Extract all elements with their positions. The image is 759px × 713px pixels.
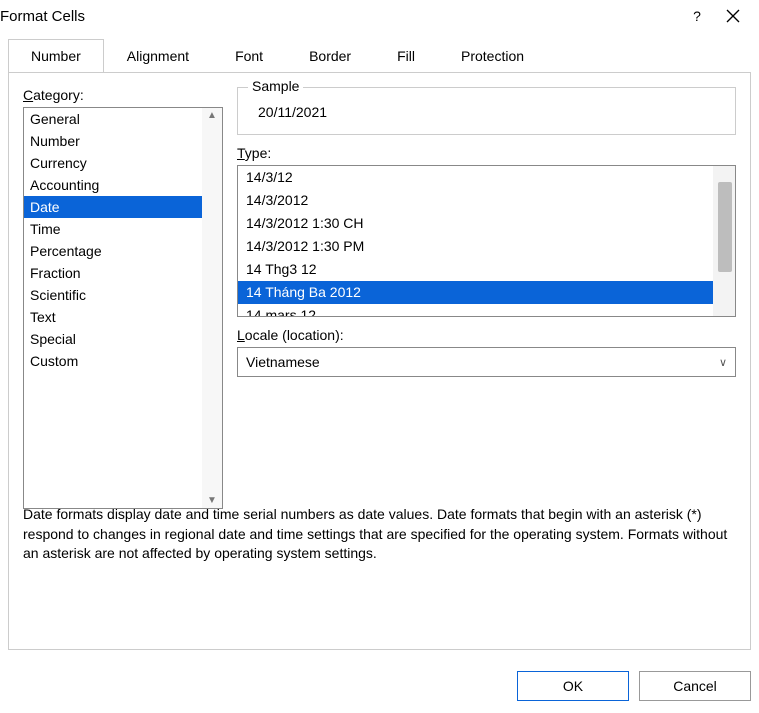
category-label: Category: [23,87,223,103]
type-label: Type: [237,145,736,161]
category-item-percentage[interactable]: Percentage [24,240,222,262]
category-item-scientific[interactable]: Scientific [24,284,222,306]
category-listbox[interactable]: General Number Currency Accounting Date … [23,107,223,509]
chevron-down-icon: ∨ [719,356,727,369]
tab-panel: Category: General Number Currency Accoun… [8,72,751,650]
locale-label: Locale (location): [237,327,736,343]
category-item-custom[interactable]: Custom [24,350,222,372]
type-listbox[interactable]: 14/3/12 14/3/2012 14/3/2012 1:30 CH 14/3… [237,165,736,317]
ok-button[interactable]: OK [517,671,629,701]
window-title: Format Cells [0,8,679,25]
help-button[interactable]: ? [679,2,715,30]
cancel-button[interactable]: Cancel [639,671,751,701]
category-item-date[interactable]: Date [24,196,222,218]
category-scrollbar[interactable]: ▲ ▼ [202,108,222,508]
tab-border[interactable]: Border [286,39,374,73]
locale-value: Vietnamese [246,354,320,370]
type-item[interactable]: 14/3/12 [238,166,735,189]
type-scroll-track[interactable] [713,166,735,316]
tab-alignment[interactable]: Alignment [104,39,212,73]
title-bar: Format Cells ? [0,0,759,32]
type-item[interactable]: 14/3/2012 [238,189,735,212]
category-item-fraction[interactable]: Fraction [24,262,222,284]
scroll-up-icon: ▲ [207,110,217,121]
category-item-accounting[interactable]: Accounting [24,174,222,196]
sample-value: 20/11/2021 [250,96,723,120]
sample-group: Sample 20/11/2021 [237,87,736,135]
close-button[interactable] [715,2,751,30]
type-item[interactable]: 14/3/2012 1:30 PM [238,235,735,258]
locale-select[interactable]: Vietnamese ∨ [237,347,736,377]
close-icon [726,9,740,23]
category-item-time[interactable]: Time [24,218,222,240]
type-item[interactable]: 14 Tháng Ba 2012 [238,281,735,304]
type-scroll-thumb[interactable] [718,182,732,272]
tab-strip: Number Alignment Font Border Fill Protec… [8,38,759,72]
category-item-number[interactable]: Number [24,130,222,152]
sample-legend: Sample [248,78,303,94]
tab-font[interactable]: Font [212,39,286,73]
tab-fill[interactable]: Fill [374,39,438,73]
tab-protection[interactable]: Protection [438,39,547,73]
tab-number[interactable]: Number [8,39,104,73]
category-item-text[interactable]: Text [24,306,222,328]
type-item[interactable]: 14/3/2012 1:30 CH [238,212,735,235]
category-item-general[interactable]: General [24,108,222,130]
category-item-currency[interactable]: Currency [24,152,222,174]
type-item[interactable]: 14 Thg3 12 [238,258,735,281]
description-text: Date formats display date and time seria… [23,505,736,564]
dialog-footer: OK Cancel [517,671,751,701]
type-item[interactable]: 14 mars 12 [238,304,735,317]
category-item-special[interactable]: Special [24,328,222,350]
